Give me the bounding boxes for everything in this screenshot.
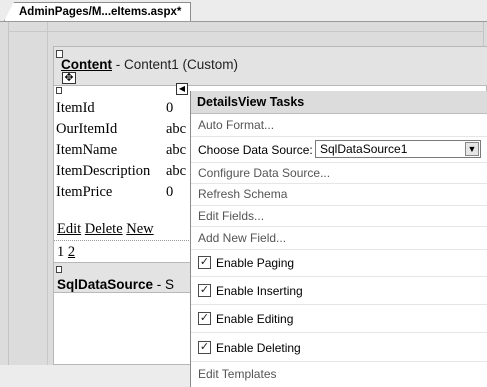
edit-templates-link[interactable]: Edit Templates [198, 367, 277, 381]
edit-fields-row[interactable]: Edit Fields... [191, 206, 487, 227]
enable-editing-checkbox[interactable]: ✓ [198, 312, 211, 325]
table-row: OurItemId abc [54, 119, 194, 140]
field-name: ItemDescription [56, 163, 151, 179]
pager-page-1: 1 [57, 244, 65, 260]
add-new-field-row[interactable]: Add New Field... [191, 227, 487, 250]
table-row: ItemDescription abc [54, 161, 194, 182]
sql-data-source-control[interactable]: SqlDataSource - S [54, 262, 194, 313]
command-row: Edit Delete New [57, 221, 154, 238]
field-name: ItemName [56, 142, 118, 158]
details-view-table[interactable]: ItemId 0 OurItemId abc ItemName abc Item… [54, 98, 194, 203]
data-source-select[interactable]: SqlDataSource1 ▼ [315, 140, 481, 158]
choose-data-source-label: Choose Data Source: [198, 143, 313, 157]
auto-format-row[interactable]: Auto Format... [191, 114, 487, 137]
data-source-select-value: SqlDataSource1 [320, 142, 408, 156]
edit-fields-link[interactable]: Edit Fields... [198, 209, 264, 223]
refresh-schema-row[interactable]: Refresh Schema [191, 184, 487, 206]
enable-paging-label[interactable]: Enable Paging [216, 256, 294, 270]
choose-data-source-row: Choose Data Source: SqlDataSource1 ▼ [191, 137, 487, 163]
region-tag-icon [56, 266, 62, 273]
field-name: ItemPrice [56, 184, 113, 200]
chevron-down-icon[interactable]: ▼ [465, 142, 479, 156]
pager-divider [54, 240, 189, 241]
field-name: ItemId [56, 100, 95, 116]
content-title: Content - Content1 (Custom) [61, 57, 238, 72]
content-id-text: - Content1 (Custom) [112, 57, 239, 72]
add-new-field-link[interactable]: Add New Field... [198, 231, 286, 245]
enable-inserting-row: ✓ Enable Inserting [191, 277, 487, 305]
designer-top-margin [8, 22, 484, 32]
document-tab-strip: AdminPages/M...eItems.aspx* [0, 0, 487, 22]
new-link[interactable]: New [126, 221, 153, 237]
configure-data-source-row[interactable]: Configure Data Source... [191, 163, 487, 184]
table-row: ItemId 0 [54, 98, 194, 119]
design-surface: Content - Content1 (Custom) ✥ ◀ ItemId 0… [0, 22, 487, 387]
enable-paging-checkbox[interactable]: ✓ [198, 256, 211, 269]
tasks-panel-title: DetailsView Tasks [197, 95, 305, 109]
smart-tag-arrow-icon[interactable]: ◀ [176, 83, 188, 95]
enable-inserting-label[interactable]: Enable Inserting [216, 284, 303, 298]
enable-deleting-row: ✓ Enable Deleting [191, 333, 487, 362]
configure-data-source-link[interactable]: Configure Data Source... [198, 166, 330, 180]
sql-data-source-body [54, 292, 194, 313]
pager-page-2-link[interactable]: 2 [68, 244, 75, 260]
left-guide-line [47, 22, 48, 365]
sql-data-source-name: SqlDataSource [57, 277, 154, 292]
tasks-panel-header: DetailsView Tasks [191, 91, 487, 114]
sql-data-source-id-text: - S [153, 277, 175, 292]
sql-data-source-title: SqlDataSource - S [57, 277, 174, 292]
enable-editing-label[interactable]: Enable Editing [216, 312, 293, 326]
field-name: OurItemId [56, 121, 118, 137]
enable-paging-row: ✓ Enable Paging [191, 250, 487, 277]
edit-templates-row[interactable]: Edit Templates [191, 362, 487, 387]
content-header: Content - Content1 (Custom) ✥ [54, 47, 487, 86]
document-tab[interactable]: AdminPages/M...eItems.aspx* [4, 2, 191, 21]
refresh-schema-link[interactable]: Refresh Schema [198, 187, 287, 201]
details-view-tasks-panel: DetailsView Tasks Auto Format... Choose … [190, 91, 487, 387]
enable-deleting-checkbox[interactable]: ✓ [198, 341, 211, 354]
delete-link[interactable]: Delete [85, 221, 123, 237]
move-handle-icon[interactable]: ✥ [62, 72, 76, 84]
pager-row: 1 2 [57, 244, 75, 261]
enable-inserting-checkbox[interactable]: ✓ [198, 284, 211, 297]
table-row: ItemPrice 0 [54, 182, 194, 203]
auto-format-link[interactable]: Auto Format... [198, 118, 274, 132]
control-tag-icon [56, 87, 62, 94]
content-name: Content [61, 57, 112, 72]
edit-link[interactable]: Edit [57, 221, 81, 237]
table-row: ItemName abc [54, 140, 194, 161]
enable-deleting-label[interactable]: Enable Deleting [216, 341, 301, 355]
document-tab-label: AdminPages/M...eItems.aspx* [19, 6, 182, 18]
enable-editing-row: ✓ Enable Editing [191, 305, 487, 333]
